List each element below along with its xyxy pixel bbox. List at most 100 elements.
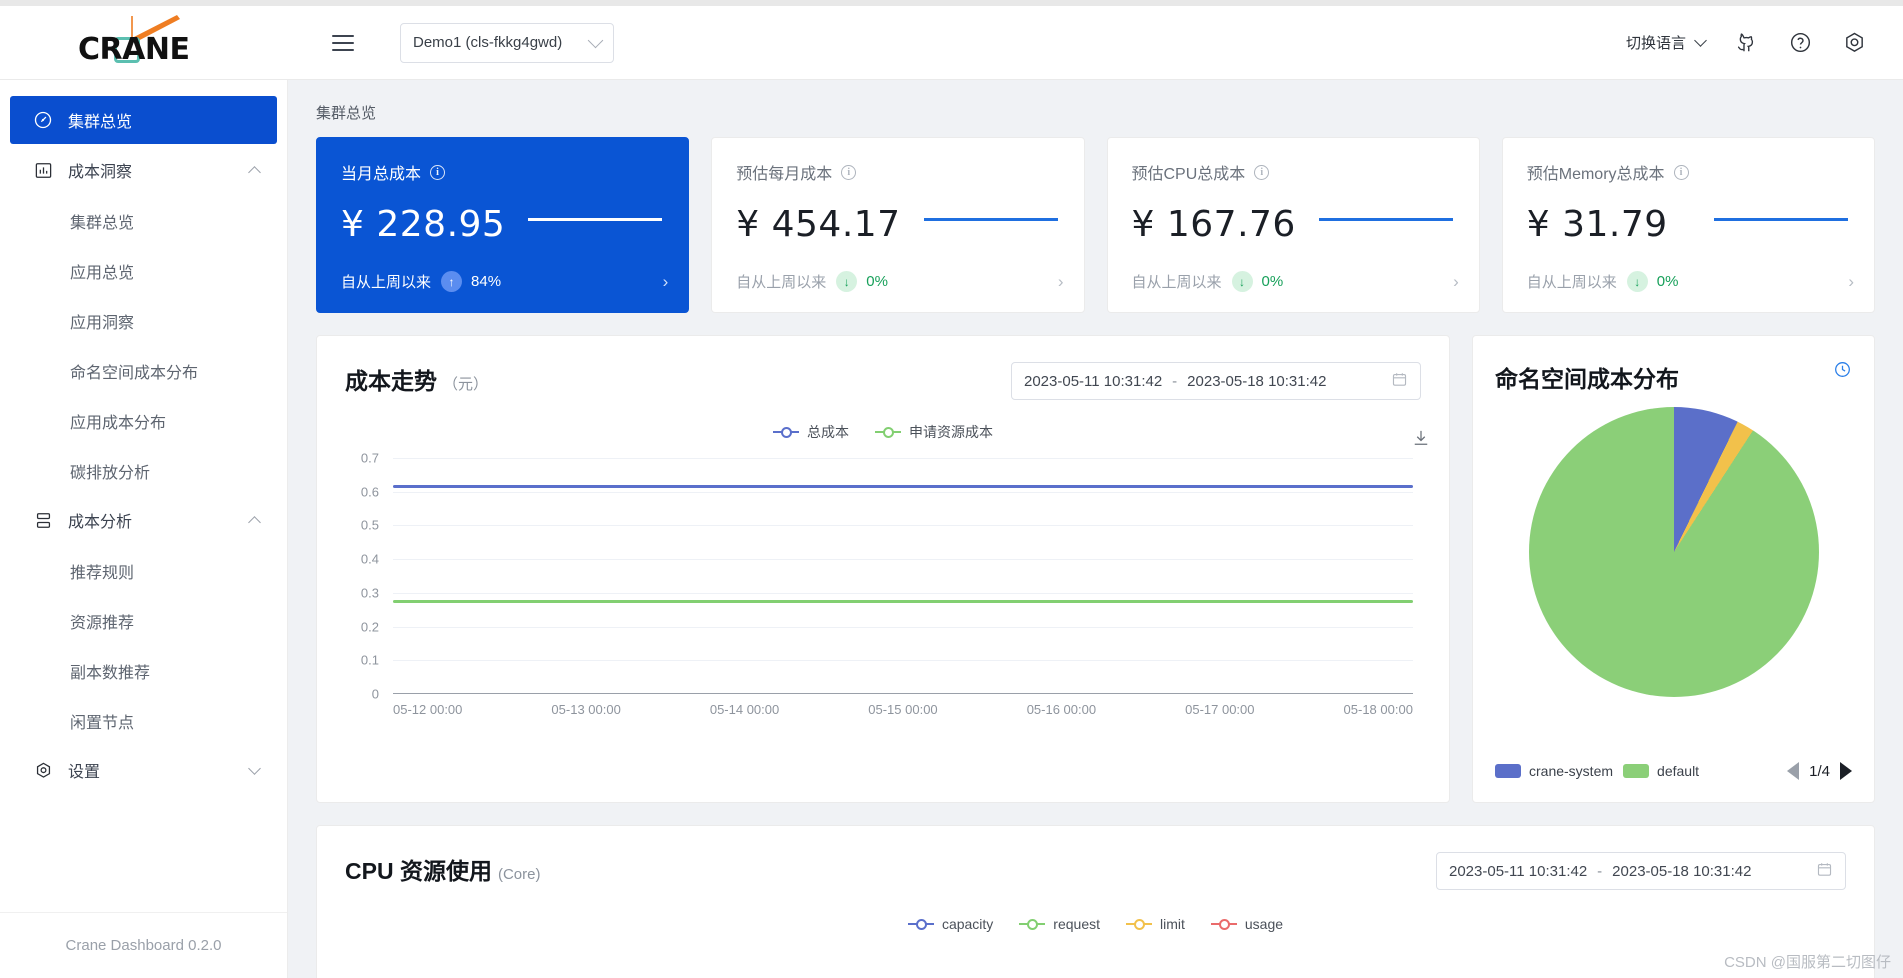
gridline bbox=[393, 627, 1413, 628]
sidebar-item-resource-recommend[interactable]: 资源推荐 bbox=[0, 596, 287, 646]
stat-card-title-row: 当月总成本 i bbox=[341, 160, 664, 184]
legend-item-usage[interactable]: usage bbox=[1211, 916, 1283, 932]
chevron-down-icon bbox=[248, 762, 261, 775]
stat-card-footer: 自从上周以来 ↑ 84% › bbox=[341, 271, 668, 292]
legend-item-capacity[interactable]: capacity bbox=[908, 916, 993, 932]
legend-item-default[interactable]: default bbox=[1623, 763, 1699, 779]
language-switcher-label: 切换语言 bbox=[1626, 32, 1686, 53]
sidebar-item-idle-nodes[interactable]: 闲置节点 bbox=[0, 696, 287, 746]
legend-item-total-cost[interactable]: 总成本 bbox=[773, 422, 849, 442]
sidebar-item-replica-recommend[interactable]: 副本数推荐 bbox=[0, 646, 287, 696]
sidebar-group-settings[interactable]: 设置 bbox=[10, 746, 277, 794]
cost-trend-daterange-picker[interactable]: 2023-05-11 10:31:42 - 2023-05-18 10:31:4… bbox=[1011, 362, 1421, 400]
sidebar-item-label: 设置 bbox=[68, 758, 100, 782]
daterange-end: 2023-05-18 10:31:42 bbox=[1187, 373, 1326, 390]
info-icon[interactable]: i bbox=[841, 165, 856, 180]
legend-item-limit[interactable]: limit bbox=[1126, 916, 1185, 932]
breadcrumb: 集群总览 bbox=[288, 80, 1903, 137]
stat-card-amount: 228.95 bbox=[376, 204, 505, 245]
sidebar-item-label: 碳排放分析 bbox=[70, 459, 150, 483]
x-tick: 05-16 00:00 bbox=[1027, 702, 1096, 717]
y-tick: 0.3 bbox=[361, 585, 379, 600]
clock-icon[interactable] bbox=[1833, 360, 1852, 384]
stat-cards: 当月总成本 i ¥ 228.95 自从上周以来 ↑ 84% › 预估每月成本 bbox=[288, 137, 1903, 313]
currency-symbol: ¥ bbox=[1132, 204, 1155, 245]
sidebar-item-cluster-overview-sub[interactable]: 集群总览 bbox=[0, 196, 287, 246]
stat-card-title: 预估Memory总成本 bbox=[1527, 160, 1665, 184]
cluster-selector[interactable]: Demo1 (cls-fkkg4gwd) bbox=[400, 23, 614, 63]
series-line-total-cost bbox=[393, 485, 1413, 488]
legend-marker-icon bbox=[1126, 918, 1152, 930]
sidebar-item-app-insight[interactable]: 应用洞察 bbox=[0, 296, 287, 346]
sidebar-item-recommend-rules[interactable]: 推荐规则 bbox=[0, 546, 287, 596]
chevron-down-icon bbox=[1694, 34, 1707, 47]
crane-logo: CRANE bbox=[78, 15, 210, 71]
chevron-up-icon bbox=[248, 166, 261, 179]
cost-trend-title-wrap: 成本走势（元） bbox=[345, 362, 488, 396]
language-switcher[interactable]: 切换语言 bbox=[1626, 32, 1705, 53]
next-page-icon[interactable] bbox=[1840, 762, 1852, 780]
cpu-usage-daterange-picker[interactable]: 2023-05-11 10:31:42 - 2023-05-18 10:31:4… bbox=[1436, 852, 1846, 890]
brand-logo-panel[interactable]: CRANE bbox=[0, 6, 288, 80]
legend-marker-icon bbox=[773, 426, 799, 438]
namespace-pie-chart[interactable] bbox=[1473, 402, 1874, 702]
x-tick: 05-15 00:00 bbox=[868, 702, 937, 717]
trend-down-icon: ↓ bbox=[1627, 271, 1648, 292]
sidebar-group-cost-analysis[interactable]: 成本分析 bbox=[10, 496, 277, 544]
sidebar-group-cost-insight[interactable]: 成本洞察 bbox=[10, 146, 277, 194]
legend-item-request-cost[interactable]: 申请资源成本 bbox=[875, 422, 993, 442]
download-icon[interactable] bbox=[1411, 428, 1431, 453]
sidebar-item-carbon-analysis[interactable]: 碳排放分析 bbox=[0, 446, 287, 496]
y-tick: 0.5 bbox=[361, 518, 379, 533]
cpu-usage-title-wrap: CPU 资源使用(Core) bbox=[345, 852, 540, 886]
hamburger-icon[interactable] bbox=[332, 35, 354, 51]
help-icon[interactable] bbox=[1787, 30, 1813, 56]
stat-card-amount: 167.76 bbox=[1167, 204, 1296, 245]
chevron-right-icon[interactable]: › bbox=[1453, 272, 1459, 292]
cpu-usage-title: CPU 资源使用 bbox=[345, 858, 492, 884]
settings-icon[interactable] bbox=[1841, 30, 1867, 56]
stat-card-estimated-cpu-cost[interactable]: 预估CPU总成本 i ¥ 167.76 自从上周以来 ↓ 0% › bbox=[1107, 137, 1480, 313]
legend-item-request[interactable]: request bbox=[1019, 916, 1100, 932]
watermark: CSDN @国服第二切图仔 bbox=[1724, 951, 1891, 972]
info-icon[interactable]: i bbox=[1254, 165, 1269, 180]
legend-marker-icon bbox=[1019, 918, 1045, 930]
pie-legend-pager: 1/4 bbox=[1787, 762, 1852, 780]
sidebar-item-cluster-overview[interactable]: 集群总览 bbox=[10, 96, 277, 144]
daterange-separator: - bbox=[1172, 373, 1177, 390]
sidebar: 集群总览 成本洞察 集群总览 应用总览 应用洞察 bbox=[0, 80, 288, 978]
chevron-right-icon[interactable]: › bbox=[1058, 272, 1064, 292]
sidebar-item-app-overview[interactable]: 应用总览 bbox=[0, 246, 287, 296]
sparkline bbox=[924, 218, 1058, 221]
sidebar-item-namespace-cost[interactable]: 命名空间成本分布 bbox=[0, 346, 287, 396]
gridline bbox=[393, 593, 1413, 594]
stat-card-value: ¥ 167.76 bbox=[1132, 204, 1455, 245]
stat-card-foot-label: 自从上周以来 bbox=[1132, 271, 1222, 292]
stat-card-month-total-cost[interactable]: 当月总成本 i ¥ 228.95 自从上周以来 ↑ 84% › bbox=[316, 137, 689, 313]
info-icon[interactable]: i bbox=[1674, 165, 1689, 180]
cpu-usage-header: CPU 资源使用(Core) 2023-05-11 10:31:42 - 202… bbox=[345, 852, 1846, 890]
sidebar-item-label: 成本洞察 bbox=[68, 158, 132, 182]
daterange-start: 2023-05-11 10:31:42 bbox=[1449, 863, 1587, 880]
y-tick: 0.1 bbox=[361, 653, 379, 668]
sidebar-item-app-cost[interactable]: 应用成本分布 bbox=[0, 396, 287, 446]
chevron-right-icon[interactable]: › bbox=[663, 272, 669, 292]
stat-card-estimated-memory-cost[interactable]: 预估Memory总成本 i ¥ 31.79 自从上周以来 ↓ 0% › bbox=[1502, 137, 1875, 313]
stat-card-pct: 0% bbox=[1657, 273, 1679, 290]
sidebar-item-label: 命名空间成本分布 bbox=[70, 359, 198, 383]
sidebar-item-label: 集群总览 bbox=[68, 108, 132, 132]
chevron-right-icon[interactable]: › bbox=[1848, 272, 1854, 292]
prev-page-icon[interactable] bbox=[1787, 762, 1799, 780]
trend-up-icon: ↑ bbox=[441, 271, 462, 292]
stat-card-footer: 自从上周以来 ↓ 0% › bbox=[1132, 271, 1459, 292]
chevron-up-icon bbox=[248, 516, 261, 529]
sparkline bbox=[1714, 218, 1848, 221]
x-tick: 05-17 00:00 bbox=[1185, 702, 1254, 717]
stat-card-footer: 自从上周以来 ↓ 0% › bbox=[1527, 271, 1854, 292]
stat-card-value: ¥ 31.79 bbox=[1527, 204, 1850, 245]
cost-trend-panel: 成本走势（元） 2023-05-11 10:31:42 - 2023-05-18… bbox=[316, 335, 1450, 803]
legend-item-crane-system[interactable]: crane-system bbox=[1495, 763, 1613, 779]
stat-card-estimated-monthly-cost[interactable]: 预估每月成本 i ¥ 454.17 自从上周以来 ↓ 0% › bbox=[711, 137, 1084, 313]
info-icon[interactable]: i bbox=[430, 165, 445, 180]
github-icon[interactable] bbox=[1733, 30, 1759, 56]
